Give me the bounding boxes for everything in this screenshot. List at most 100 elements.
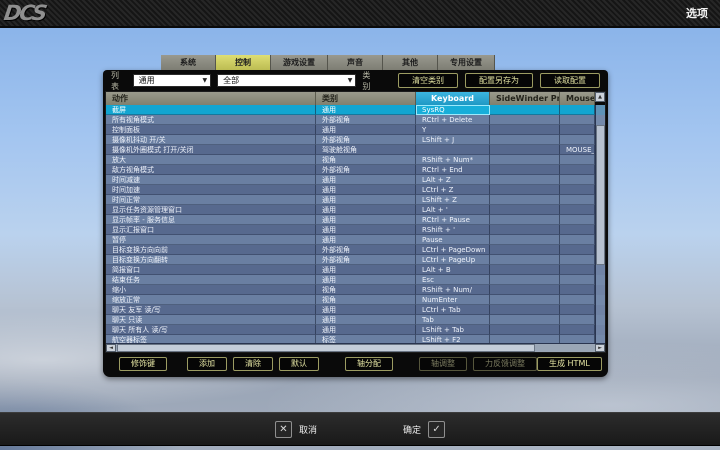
table-cell-sw[interactable]: [490, 175, 560, 185]
table-cell-mouse[interactable]: [560, 195, 595, 205]
table-row[interactable]: 简报窗口通用LAlt + B: [106, 265, 605, 275]
table-cell-mouse[interactable]: [560, 135, 595, 145]
table-cell-mouse[interactable]: [560, 125, 595, 135]
ff-tune-button[interactable]: 力反馈调整: [473, 357, 537, 371]
table-cell-mouse[interactable]: [560, 215, 595, 225]
table-cell-category[interactable]: 通用: [316, 305, 416, 315]
table-cell-category[interactable]: 通用: [316, 215, 416, 225]
table-row[interactable]: 聊天 友军 读/写通用LCtrl + Tab: [106, 305, 605, 315]
table-row[interactable]: 聊天 所有人 读/写通用LShift + Tab: [106, 325, 605, 335]
table-cell-sw[interactable]: [490, 165, 560, 175]
table-cell-sw[interactable]: [490, 235, 560, 245]
table-cell-keyboard[interactable]: LShift + J: [416, 135, 490, 145]
table-cell-action[interactable]: 显示汇报窗口: [106, 225, 316, 235]
table-cell-category[interactable]: 外部视角: [316, 135, 416, 145]
table-cell-category[interactable]: 通用: [316, 275, 416, 285]
vertical-scroll-thumb[interactable]: [596, 125, 605, 265]
tab-controls[interactable]: 控制: [216, 55, 271, 70]
table-cell-keyboard[interactable]: RShift + Num*: [416, 155, 490, 165]
table-cell-action[interactable]: 截屏: [106, 105, 316, 115]
table-cell-keyboard[interactable]: LCtrl + Tab: [416, 305, 490, 315]
table-cell-mouse[interactable]: [560, 235, 595, 245]
table-cell-category[interactable]: 外部视角: [316, 115, 416, 125]
table-cell-mouse[interactable]: [560, 115, 595, 125]
table-cell-mouse[interactable]: MOUSE_B: [560, 145, 595, 155]
table-cell-sw[interactable]: [490, 105, 560, 115]
table-row[interactable]: 摄像机抖动 开/关外部视角LShift + J: [106, 135, 605, 145]
table-cell-mouse[interactable]: [560, 325, 595, 335]
table-cell-sw[interactable]: [490, 135, 560, 145]
table-cell-category[interactable]: 通用: [316, 195, 416, 205]
table-cell-category[interactable]: 通用: [316, 225, 416, 235]
table-cell-mouse[interactable]: [560, 285, 595, 295]
vertical-scrollbar[interactable]: ▼: [595, 105, 605, 343]
table-cell-keyboard[interactable]: Tab: [416, 315, 490, 325]
table-cell-mouse[interactable]: [560, 155, 595, 165]
tab-audio[interactable]: 声音: [328, 55, 383, 70]
table-cell-mouse[interactable]: [560, 335, 595, 343]
table-cell-category[interactable]: 驾驶舱视角: [316, 145, 416, 155]
table-cell-sw[interactable]: [490, 205, 560, 215]
horizontal-scroll-thumb[interactable]: [117, 344, 535, 352]
table-row[interactable]: 结束任务通用Esc: [106, 275, 605, 285]
table-cell-category[interactable]: 通用: [316, 205, 416, 215]
table-cell-mouse[interactable]: [560, 295, 595, 305]
table-cell-category[interactable]: 外部视角: [316, 165, 416, 175]
table-row[interactable]: 摄像机外圈模式 打开/关闭驾驶舱视角 MOUSE_B: [106, 145, 605, 155]
table-cell-sw[interactable]: [490, 145, 560, 155]
table-cell-action[interactable]: 摄像机外圈模式 打开/关闭: [106, 145, 316, 155]
table-cell-action[interactable]: 所有视角模式: [106, 115, 316, 125]
table-cell-category[interactable]: 通用: [316, 175, 416, 185]
table-cell-keyboard[interactable]: LCtrl + Z: [416, 185, 490, 195]
table-cell-keyboard[interactable]: LAlt + Z: [416, 175, 490, 185]
table-cell-action[interactable]: 聊天 友军 读/写: [106, 305, 316, 315]
table-cell-sw[interactable]: [490, 245, 560, 255]
table-cell-action[interactable]: 时间正常: [106, 195, 316, 205]
table-row[interactable]: 所有视角模式外部视角RCtrl + Delete: [106, 115, 605, 125]
table-cell-category[interactable]: 标签: [316, 335, 416, 343]
table-cell-category[interactable]: 视角: [316, 155, 416, 165]
table-cell-action[interactable]: 时间加速: [106, 185, 316, 195]
default-button[interactable]: 默认: [279, 357, 319, 371]
table-row[interactable]: 航空器标签标签LShift + F2: [106, 335, 605, 343]
table-cell-sw[interactable]: [490, 285, 560, 295]
table-cell-action[interactable]: 控制面板: [106, 125, 316, 135]
table-cell-action[interactable]: 显示任务资源管理窗口: [106, 205, 316, 215]
table-cell-keyboard[interactable]: RShift + ': [416, 225, 490, 235]
scroll-up-icon[interactable]: ▲: [595, 92, 605, 102]
table-cell-action[interactable]: 缩小: [106, 285, 316, 295]
cancel-button[interactable]: ✕ 取消: [275, 421, 317, 438]
tab-special[interactable]: 专用设置: [438, 55, 495, 70]
table-cell-sw[interactable]: [490, 255, 560, 265]
table-cell-sw[interactable]: [490, 215, 560, 225]
table-cell-mouse[interactable]: [560, 225, 595, 235]
table-row[interactable]: 显示任务资源管理窗口通用LAlt + ': [106, 205, 605, 215]
table-cell-sw[interactable]: [490, 115, 560, 125]
table-cell-keyboard[interactable]: Pause: [416, 235, 490, 245]
table-cell-keyboard[interactable]: RCtrl + Pause: [416, 215, 490, 225]
table-cell-sw[interactable]: [490, 155, 560, 165]
axis-tune-button[interactable]: 轴调整: [419, 357, 467, 371]
tab-misc[interactable]: 其他: [383, 55, 438, 70]
table-cell-action[interactable]: 聊天 所有人 读/写: [106, 325, 316, 335]
clear-category-button[interactable]: 清空类别: [398, 73, 458, 88]
table-row[interactable]: 时间正常通用LShift + Z: [106, 195, 605, 205]
table-cell-sw[interactable]: [490, 325, 560, 335]
table-cell-keyboard[interactable]: LShift + Z: [416, 195, 490, 205]
table-row[interactable]: 截屏通用SysRQ: [106, 105, 605, 115]
table-row[interactable]: 缩小视角RShift + Num/: [106, 285, 605, 295]
table-cell-keyboard[interactable]: NumEnter: [416, 295, 490, 305]
table-cell-sw[interactable]: [490, 125, 560, 135]
table-cell-keyboard[interactable]: LCtrl + PageUp: [416, 255, 490, 265]
table-row[interactable]: 敌方视角模式外部视角RCtrl + End: [106, 165, 605, 175]
table-row[interactable]: 控制面板通用Y: [106, 125, 605, 135]
table-cell-action[interactable]: 暂停: [106, 235, 316, 245]
table-cell-keyboard[interactable]: Esc: [416, 275, 490, 285]
table-cell-mouse[interactable]: [560, 305, 595, 315]
axis-assign-button[interactable]: 轴分配: [345, 357, 393, 371]
table-cell-mouse[interactable]: [560, 205, 595, 215]
table-row[interactable]: 显示帧率 - 服务信息通用RCtrl + Pause: [106, 215, 605, 225]
save-profile-as-button[interactable]: 配置另存为: [465, 73, 533, 88]
table-cell-category[interactable]: 通用: [316, 185, 416, 195]
header-mouse[interactable]: Mouse: [560, 92, 595, 105]
